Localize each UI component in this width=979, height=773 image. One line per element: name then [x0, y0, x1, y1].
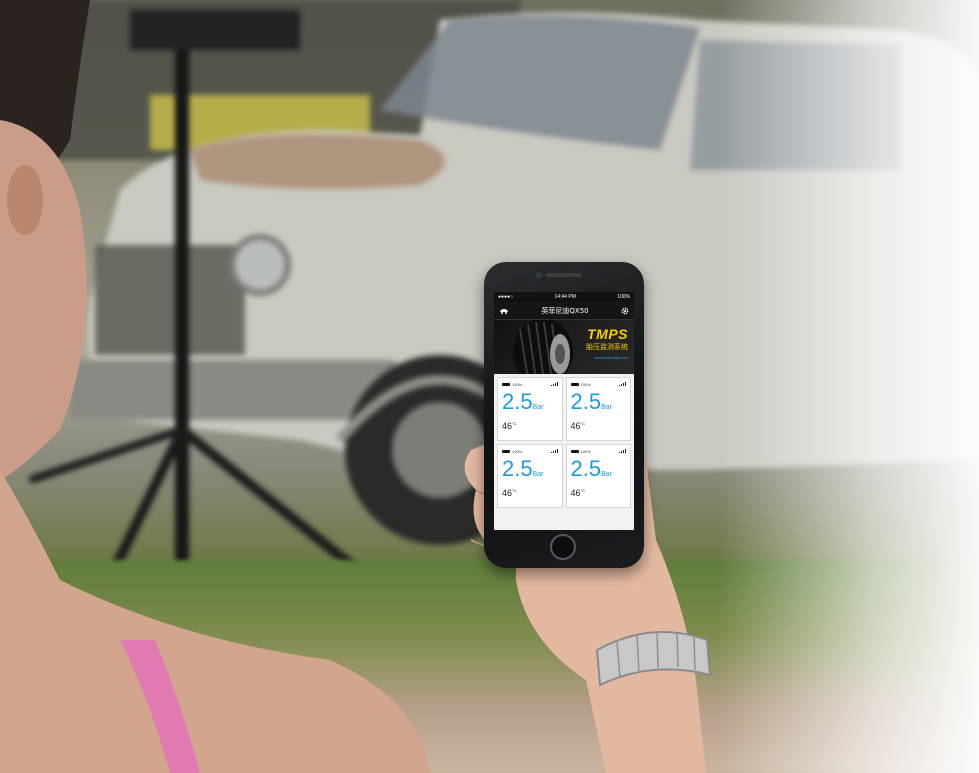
signal-icon — [550, 382, 558, 386]
battery-indicator: 100% — [570, 448, 591, 454]
app-header: 英菲尼迪QX50 — [494, 302, 634, 320]
battery-indicator: 100% — [502, 382, 522, 387]
front-camera-icon — [536, 272, 542, 278]
battery-level: 100% — [580, 448, 591, 454]
battery-level: 100% — [512, 448, 523, 454]
battery-icon — [570, 382, 579, 386]
white-fade-overlay — [719, 0, 979, 773]
temperature-unit: °C — [512, 421, 517, 426]
tire-card-rear-left[interactable]: 100% 2.5Bar 46°C — [497, 444, 563, 508]
temperature-value: 46 — [570, 421, 581, 431]
battery-level: 100% — [512, 381, 523, 387]
vehicle-title: 英菲尼迪QX50 — [541, 306, 589, 315]
tire-grid: 100% 2.5Bar 46°C 100% 2.5Bar 46°C 100% 2… — [494, 374, 634, 511]
pressure-value: 2.5 — [570, 456, 602, 481]
smartphone: ●●●●○ 14:44 PM 100% 英菲尼迪QX50 TMPS 胎压监测系统… — [484, 262, 644, 568]
battery-indicator: 100% — [570, 381, 591, 387]
signal-icon — [550, 449, 558, 453]
tire-card-rear-right[interactable]: 100% 2.5Bar 46°C — [565, 444, 631, 508]
brand-url: www.tlstar168.com — [594, 355, 628, 360]
battery-level: 100% — [580, 381, 591, 387]
pressure-unit: Bar — [532, 471, 544, 478]
battery-icon — [502, 449, 510, 453]
temperature-unit: °C — [580, 421, 586, 426]
car-icon[interactable] — [499, 308, 509, 314]
temperature-unit: °C — [512, 488, 517, 493]
temperature-value: 46 — [502, 421, 513, 431]
signal-icon — [619, 449, 626, 453]
earpiece-speaker — [546, 273, 582, 277]
battery-icon — [570, 449, 579, 453]
tire-card-front-right[interactable]: 100% 2.5Bar 46°C — [565, 377, 631, 441]
pressure-value: 2.5 — [502, 456, 533, 481]
phone-screen: ●●●●○ 14:44 PM 100% 英菲尼迪QX50 TMPS 胎压监测系统… — [494, 292, 634, 530]
photo-scene: ●●●●○ 14:44 PM 100% 英菲尼迪QX50 TMPS 胎压监测系统… — [0, 0, 979, 773]
carrier-signal: ●●●●○ — [498, 294, 514, 300]
temperature-readout: 46°C — [502, 488, 558, 498]
brand-block: TMPS 胎压监测系统 www.tlstar168.com — [586, 326, 628, 360]
tire-card-front-left[interactable]: 100% 2.5Bar 46°C — [497, 377, 563, 441]
status-time: 14:44 PM — [554, 294, 576, 300]
temperature-unit: °C — [580, 488, 586, 493]
pressure-readout: 2.5Bar — [502, 390, 558, 420]
pressure-value: 2.5 — [570, 389, 602, 414]
tire-image — [513, 320, 573, 374]
temperature-readout: 46°C — [571, 488, 627, 498]
tpms-banner: TMPS 胎压监测系统 www.tlstar168.com — [494, 320, 634, 374]
battery-indicator: 100% — [502, 449, 522, 454]
brand-subtitle: 胎压监测系统 — [586, 343, 628, 351]
brand-name: TMPS — [587, 326, 628, 342]
pressure-readout: 2.5Bar — [502, 457, 558, 487]
temperature-readout: 46°C — [571, 421, 627, 431]
pressure-unit: Bar — [532, 404, 544, 411]
pressure-unit: Bar — [601, 471, 612, 478]
status-battery: 100% — [617, 294, 630, 300]
wristwatch-illustration — [595, 631, 712, 687]
pressure-readout: 2.5Bar — [571, 457, 627, 487]
status-bar: ●●●●○ 14:44 PM 100% — [494, 292, 634, 302]
gear-icon[interactable] — [621, 307, 629, 315]
temperature-readout: 46°C — [502, 421, 558, 431]
temperature-value: 46 — [570, 488, 581, 498]
pressure-unit: Bar — [601, 404, 612, 411]
battery-icon — [502, 382, 510, 386]
pressure-readout: 2.5Bar — [571, 390, 627, 420]
pressure-value: 2.5 — [502, 389, 533, 414]
signal-icon — [619, 382, 626, 386]
home-button[interactable] — [550, 534, 576, 560]
temperature-value: 46 — [502, 488, 513, 498]
